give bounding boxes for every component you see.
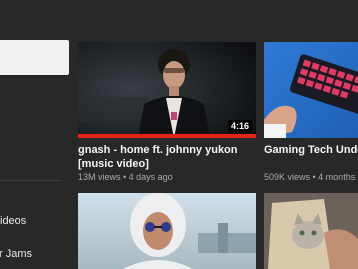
video-thumbnail[interactable]: 4:16 [78,42,256,138]
video-meta: 13M views • 4 days ago [78,172,173,182]
video-card[interactable]: Gaming Tech Under $ 509K views • 4 month… [264,42,358,182]
video-duration: 4:16 [227,120,252,132]
watch-progress-fill [78,134,256,138]
video-thumbnail[interactable] [78,193,256,269]
thumbnail-image [264,42,358,138]
thumbnail-image [264,193,358,269]
sidebar-divider [0,180,62,181]
youtube-home-page: ideos r Jams 4:16 gnash - home ft. johnn… [0,0,358,269]
video-meta: 509K views • 4 months ag [264,172,358,182]
sidebar-item-jams[interactable]: r Jams [0,245,69,263]
video-card[interactable] [78,193,256,269]
video-title[interactable]: Gaming Tech Under $ [264,143,358,157]
video-title[interactable]: gnash - home ft. johnny yukon [music vid… [78,143,256,171]
sidebar-item-videos[interactable]: ideos [0,212,70,230]
sidebar-item-label: r Jams [0,248,32,260]
sidebar: ideos r Jams [0,0,72,269]
video-thumbnail[interactable] [264,42,358,138]
search-input[interactable] [0,40,69,75]
watch-progress-track [78,134,256,138]
video-card[interactable] [264,193,358,269]
video-thumbnail[interactable] [264,193,358,269]
video-card[interactable]: 4:16 gnash - home ft. johnny yukon [musi… [78,42,256,182]
thumbnail-image [78,193,256,269]
sidebar-item-label: ideos [0,215,27,227]
